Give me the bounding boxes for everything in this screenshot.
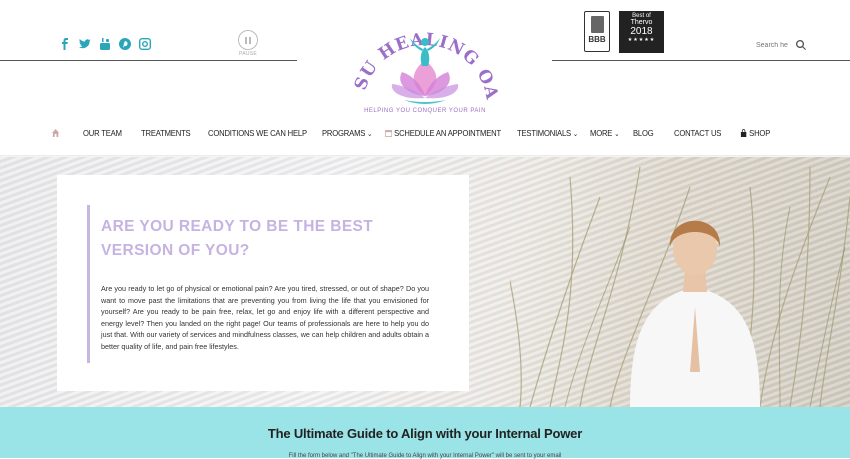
nav-shop-label: SHOP	[749, 128, 771, 138]
shopping-bag-icon	[740, 129, 747, 137]
hero-heading: ARE YOU READY TO BE THE BEST VERSION OF …	[101, 218, 374, 259]
meditating-woman-photo	[510, 166, 850, 407]
nav-schedule[interactable]: SCHEDULE AN APPOINTMENT	[385, 128, 501, 138]
slider-pause-button[interactable]: PAUSE	[236, 30, 260, 57]
chevron-down-icon: ⌄	[572, 131, 579, 138]
nav-testimonials[interactable]: TESTIMONIALS ⌄	[517, 128, 578, 138]
bbb-label: BBB	[588, 35, 606, 44]
hero-accent-bar	[87, 205, 90, 363]
nav-home[interactable]	[52, 128, 60, 138]
calendar-icon	[385, 130, 393, 137]
search-input[interactable]	[756, 41, 792, 49]
nav-schedule-label: SCHEDULE AN APPOINTMENT	[394, 128, 501, 138]
thervo-badge[interactable]: Best of Thervo 2018 ★★★★★	[619, 11, 664, 53]
logo-tagline: HELPING YOU CONQUER YOUR PAIN	[364, 108, 486, 114]
youtube-icon[interactable]	[98, 37, 111, 50]
search-icon[interactable]	[796, 40, 806, 50]
guide-signup-section: The Ultimate Guide to Align with your In…	[0, 407, 850, 459]
site-logo[interactable]: MINSU HEALING OASIS HELPING YOU CONQUER …	[340, 0, 501, 118]
search-box	[756, 40, 806, 50]
bbb-seal-icon	[591, 16, 604, 33]
thervo-year: 2018	[630, 26, 653, 37]
instagram-icon[interactable]	[138, 37, 151, 50]
nav-conditions[interactable]: CONDITIONS WE CAN HELP	[208, 128, 307, 138]
nav-more[interactable]: MORE ⌄	[590, 128, 619, 138]
chevron-down-icon: ⌄	[367, 131, 373, 138]
hero-card: ARE YOU READY TO BE THE BEST VERSION OF …	[57, 175, 469, 391]
facebook-icon[interactable]	[58, 37, 71, 50]
header-divider-left	[0, 60, 297, 61]
guide-subtitle: Fill the form below and "The Ultimate Gu…	[288, 453, 562, 459]
thervo-stars: ★★★★★	[627, 37, 656, 43]
pause-label: PAUSE	[238, 51, 258, 57]
home-icon	[52, 129, 60, 137]
hero-body: Are you ready to let go of physical or e…	[101, 284, 429, 351]
nav-programs[interactable]: PROGRAMS ⌄	[322, 128, 372, 138]
pause-icon	[238, 30, 258, 50]
logo-emblem: MINSU HEALING OASIS	[340, 0, 501, 104]
social-links	[58, 37, 151, 50]
guide-title: The Ultimate Guide to Align with your In…	[267, 426, 583, 441]
nav-programs-label: PROGRAMS	[322, 128, 366, 138]
chevron-down-icon: ⌄	[614, 131, 620, 138]
nav-our-team[interactable]: OUR TEAM	[83, 128, 122, 138]
twitter-icon[interactable]	[78, 37, 91, 50]
nav-contact[interactable]: CONTACT US	[674, 128, 721, 138]
nav-more-label: MORE	[590, 128, 613, 138]
hero-banner: ARE YOU READY TO BE THE BEST VERSION OF …	[0, 157, 850, 407]
header-divider-right	[552, 60, 850, 61]
thervo-name: Thervo	[630, 19, 653, 26]
pinterest-icon[interactable]	[118, 37, 131, 50]
nav-shop[interactable]: SHOP	[740, 128, 770, 138]
nav-blog[interactable]: BLOG	[633, 128, 654, 138]
nav-treatments[interactable]: TREATMENTS	[141, 128, 191, 138]
bbb-badge[interactable]: BBB	[584, 11, 610, 52]
nav-testimonials-label: TESTIMONIALS	[517, 128, 571, 138]
